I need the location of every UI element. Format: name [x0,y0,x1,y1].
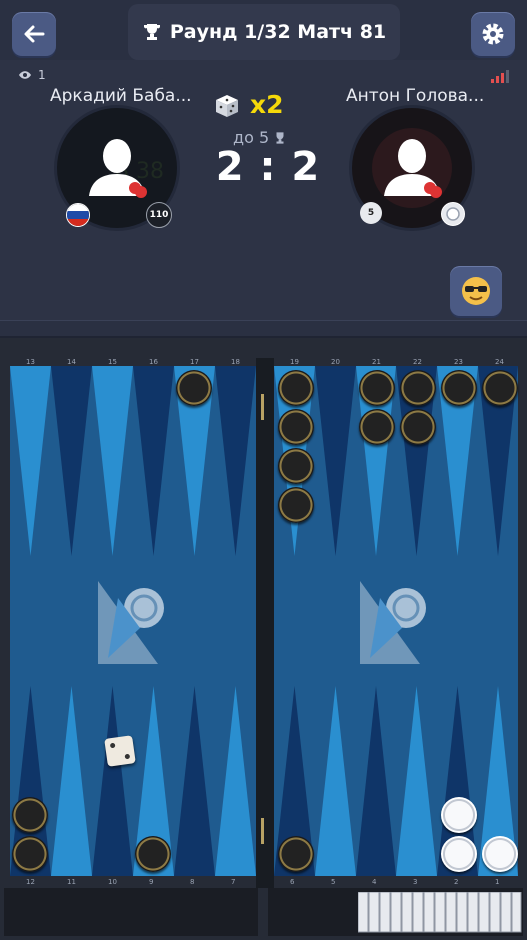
spectators-count: 1 [18,68,46,82]
point-number: 12 [26,878,35,886]
board-right-half[interactable] [274,366,518,876]
signal-strength-icon [491,70,509,83]
die[interactable] [104,735,136,767]
round-title-text: Раунд 1/32 Матч 81 [169,21,387,43]
point-number: 23 [454,358,463,366]
black-checker[interactable] [359,370,395,406]
left-tray [4,888,258,936]
trophy-icon [143,24,160,40]
point-number: 1 [495,878,500,886]
stake-multiplier: x2 [250,90,284,119]
board-logo-icon [98,581,164,664]
point-number: 4 [372,878,377,886]
die-pip [124,753,131,760]
gear-icon [482,23,504,45]
black-checker[interactable] [12,836,48,872]
back-button[interactable] [12,12,56,56]
left-player-name: Аркадий Баба... [50,86,192,106]
point-number: 8 [190,878,195,886]
black-checker[interactable] [12,797,48,833]
right-points [274,366,518,876]
point-number: 9 [149,878,154,886]
point-number: 3 [413,878,418,886]
eye-icon [19,71,31,79]
emoji-button[interactable] [450,266,502,316]
point-number: 14 [67,358,76,366]
point-number: 2 [454,878,459,886]
left-points [10,366,256,876]
trophy-small-icon [276,131,284,144]
board-logo-icon [360,581,426,664]
right-player-name: Антон Голова... [346,86,485,106]
white-checker[interactable] [482,836,518,872]
point-number: 18 [231,358,240,366]
point-number: 11 [67,878,76,886]
black-checker[interactable] [278,448,314,484]
black-checker[interactable] [482,370,518,406]
point-number: 24 [495,358,504,366]
borne-off-checkers [358,892,522,933]
match-score: 2 : 2 [215,144,321,190]
point-number: 10 [108,878,117,886]
black-checker[interactable] [135,836,171,872]
die-pip [109,742,116,749]
white-checker[interactable] [441,797,477,833]
black-checker[interactable] [400,409,436,445]
point-number: 6 [290,878,295,886]
round-title: Раунд 1/32 Матч 81 [128,4,400,60]
right-player-rating: 5 [360,202,382,224]
black-checker[interactable] [278,487,314,523]
black-checker[interactable] [400,370,436,406]
hinge-bottom [261,818,264,844]
arrow-left-icon [24,25,45,43]
black-checker[interactable] [278,409,314,445]
point-number: 7 [231,878,236,886]
left-player-rating: 110 [146,202,172,228]
point-number: 20 [331,358,340,366]
point-number: 16 [149,358,158,366]
point-number: 22 [413,358,422,366]
black-checker[interactable] [441,370,477,406]
board-left-half[interactable] [10,366,256,876]
right-player-checker-color [441,202,465,226]
views-count: 1 [38,68,46,82]
black-checker[interactable] [278,836,314,872]
point-number: 15 [108,358,117,366]
point-number: 13 [26,358,35,366]
dice-icon [216,95,238,117]
board-bar [256,358,274,888]
point-number: 19 [290,358,299,366]
point-number: 17 [190,358,199,366]
hinge-top [261,394,264,420]
black-checker[interactable] [278,370,314,406]
settings-button[interactable] [471,12,515,56]
black-checker[interactable] [176,370,212,406]
cool-sunglasses-emoji-icon [462,277,490,305]
white-checker[interactable] [441,836,477,872]
russia-flag-icon [66,203,90,227]
white-checker-icon [446,207,460,221]
black-checker[interactable] [359,409,395,445]
point-number: 5 [331,878,336,886]
point-number: 21 [372,358,381,366]
